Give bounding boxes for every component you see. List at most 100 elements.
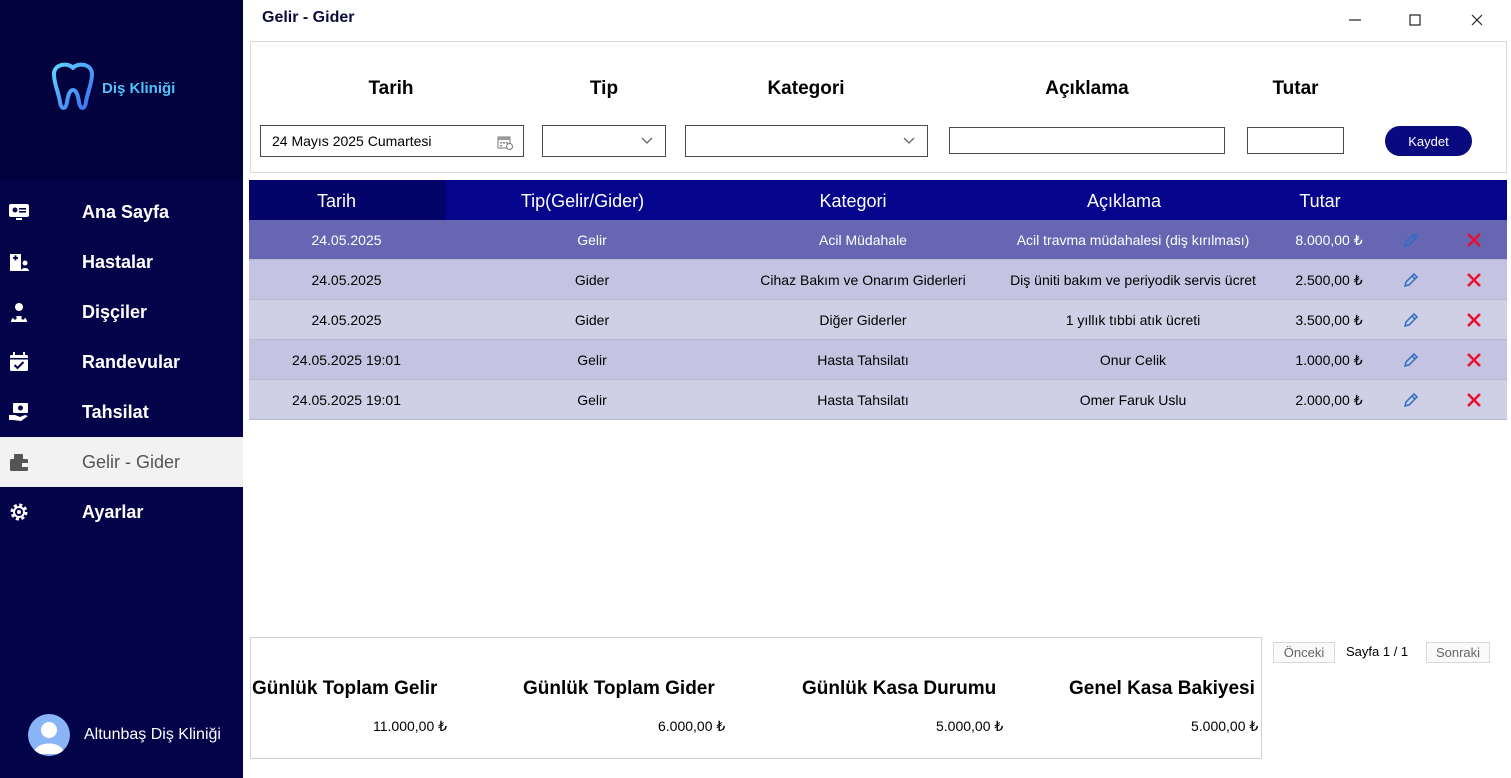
payment-icon (0, 387, 39, 437)
tutar-label: Tutar (1272, 78, 1319, 99)
column-header-tip[interactable]: Tip(Gelir/Gider) (479, 180, 686, 220)
table-row[interactable]: 24.05.2025 Gider Cihaz Bakım ve Onarım G… (249, 260, 1507, 300)
sidebar-item-label: Gelir - Gider (82, 451, 181, 472)
logo-area: Diş Kliniği (0, 0, 243, 180)
tutar-input[interactable] (1247, 127, 1344, 154)
user-profile[interactable]: Altunbaş Diş Kliniği (28, 714, 221, 756)
cell-tutar: 2.000,00 ₺ (1295, 392, 1363, 408)
general-balance-label: Genel Kasa Bakiyesi (1069, 678, 1255, 699)
minimize-button[interactable] (1343, 10, 1367, 30)
kategori-select[interactable] (685, 125, 928, 157)
cell-aciklama: Omer Faruk Uslu (1079, 392, 1187, 408)
delete-icon (1467, 233, 1481, 247)
edit-button[interactable] (1401, 270, 1421, 290)
dentists-icon (0, 287, 39, 337)
sidebar-item-randevular[interactable]: Randevular (0, 337, 243, 387)
chevron-down-icon (903, 137, 915, 144)
sidebar-item-label: Tahsilat (82, 401, 149, 422)
wallet-icon (0, 437, 39, 487)
sidebar-item-disciler[interactable]: Dişçiler (0, 287, 243, 337)
cell-tarih: 24.05.2025 (311, 232, 382, 248)
tip-select[interactable] (542, 125, 666, 157)
date-value: 24 Mayıs 2025 Cumartesi (272, 133, 432, 149)
date-picker[interactable]: 24 Mayıs 2025 Cumartesi (260, 125, 524, 157)
daily-cash-label: Günlük Kasa Durumu (802, 678, 997, 699)
column-header-kategori[interactable]: Kategori (729, 180, 977, 220)
daily-income-value: 11.000,00 ₺ (373, 718, 448, 734)
page-title: Gelir - Gider (262, 9, 355, 26)
delete-button[interactable] (1464, 230, 1484, 250)
chevron-down-icon (641, 137, 653, 144)
sidebar-item-label: Randevular (82, 351, 181, 372)
cell-tip: Gider (574, 312, 610, 328)
logo: Diş Kliniği (46, 62, 175, 114)
maximize-button[interactable] (1403, 10, 1427, 30)
cell-tutar: 8.000,00 ₺ (1295, 232, 1363, 248)
cell-tip: Gelir (577, 392, 607, 408)
sidebar-item-ana-sayfa[interactable]: Ana Sayfa (0, 187, 243, 237)
page-indicator: Sayfa 1 / 1 (1346, 644, 1409, 659)
aciklama-label: Açıklama (1045, 78, 1129, 99)
pencil-icon (1403, 272, 1419, 288)
sidebar-item-gelir-gider[interactable]: Gelir - Gider (0, 437, 243, 487)
table-row[interactable]: 24.05.2025 Gider Diğer Giderler 1 yıllık… (249, 300, 1507, 340)
gear-icon (0, 487, 39, 537)
tooth-logo-icon (52, 62, 94, 110)
edit-button[interactable] (1401, 230, 1421, 250)
table-row[interactable]: 24.05.2025 19:01 Gelir Hasta Tahsilatı O… (249, 380, 1507, 420)
cell-tarih: 24.05.2025 (311, 312, 382, 328)
calendar-icon (0, 337, 39, 387)
sidebar-item-label: Dişçiler (82, 301, 148, 322)
cell-tutar: 3.500,00 ₺ (1295, 312, 1363, 328)
delete-icon (1467, 393, 1481, 407)
summary-panel: Günlük Toplam Gelir 11.000,00 ₺ Günlük T… (250, 637, 1262, 759)
save-button[interactable]: Kaydet (1385, 126, 1472, 156)
prev-page-button[interactable]: Önceki (1273, 642, 1335, 663)
column-header-aciklama[interactable]: Açıklama (994, 180, 1254, 220)
edit-button[interactable] (1401, 390, 1421, 410)
table-row[interactable]: 24.05.2025 Gelir Acil Müdahale Acil trav… (249, 220, 1507, 260)
cell-aciklama: Diş üniti bakım ve periyodik servis ücre… (1010, 272, 1256, 288)
column-header-tutar[interactable]: Tutar (1269, 180, 1371, 220)
daily-expense-label: Günlük Toplam Gider (523, 678, 715, 699)
sidebar-item-label: Ayarlar (82, 501, 144, 522)
sidebar-item-hastalar[interactable]: Hastalar (0, 237, 243, 287)
delete-button[interactable] (1464, 390, 1484, 410)
cell-kategori: Hasta Tahsilatı (817, 392, 909, 408)
edit-button[interactable] (1401, 310, 1421, 330)
aciklama-input[interactable] (949, 127, 1225, 154)
delete-icon (1467, 313, 1481, 327)
cell-tutar: 2.500,00 ₺ (1295, 272, 1363, 288)
cell-kategori: Hasta Tahsilatı (817, 352, 909, 368)
sidebar-item-tahsilat[interactable]: Tahsilat (0, 387, 243, 437)
cell-tutar: 1.000,00 ₺ (1295, 352, 1363, 368)
cell-tip: Gelir (577, 352, 607, 368)
patients-icon (0, 237, 39, 287)
cell-tarih: 24.05.2025 19:01 (292, 352, 401, 368)
daily-expense-value: 6.000,00 ₺ (658, 718, 726, 734)
daily-cash-value: 5.000,00 ₺ (936, 718, 1004, 734)
pencil-icon (1403, 232, 1419, 248)
table-row[interactable]: 24.05.2025 19:01 Gelir Hasta Tahsilatı O… (249, 340, 1507, 380)
cell-kategori: Cihaz Bakım ve Onarım Giderleri (760, 272, 966, 288)
cell-tip: Gelir (577, 232, 607, 248)
delete-button[interactable] (1464, 270, 1484, 290)
sidebar-item-ayarlar[interactable]: Ayarlar (0, 487, 243, 537)
calendar-picker-icon[interactable] (497, 134, 513, 150)
delete-button[interactable] (1464, 310, 1484, 330)
delete-icon (1467, 273, 1481, 287)
user-name: Altunbaş Diş Kliniği (84, 726, 221, 743)
edit-button[interactable] (1401, 350, 1421, 370)
daily-income-label: Günlük Toplam Gelir (252, 678, 438, 699)
close-icon (1471, 14, 1483, 26)
sidebar: Diş Kliniği Ana Sayfa Hastalar Dişçiler (0, 0, 243, 778)
cell-tarih: 24.05.2025 (311, 272, 382, 288)
delete-icon (1467, 353, 1481, 367)
sidebar-item-label: Hastalar (82, 251, 154, 272)
close-button[interactable] (1465, 10, 1489, 30)
next-page-button[interactable]: Sonraki (1426, 642, 1490, 663)
column-header-tarih[interactable]: Tarih (249, 180, 424, 220)
maximize-icon (1409, 14, 1421, 26)
delete-button[interactable] (1464, 350, 1484, 370)
cell-aciklama: 1 yıllık tıbbi atık ücreti (1065, 312, 1201, 328)
